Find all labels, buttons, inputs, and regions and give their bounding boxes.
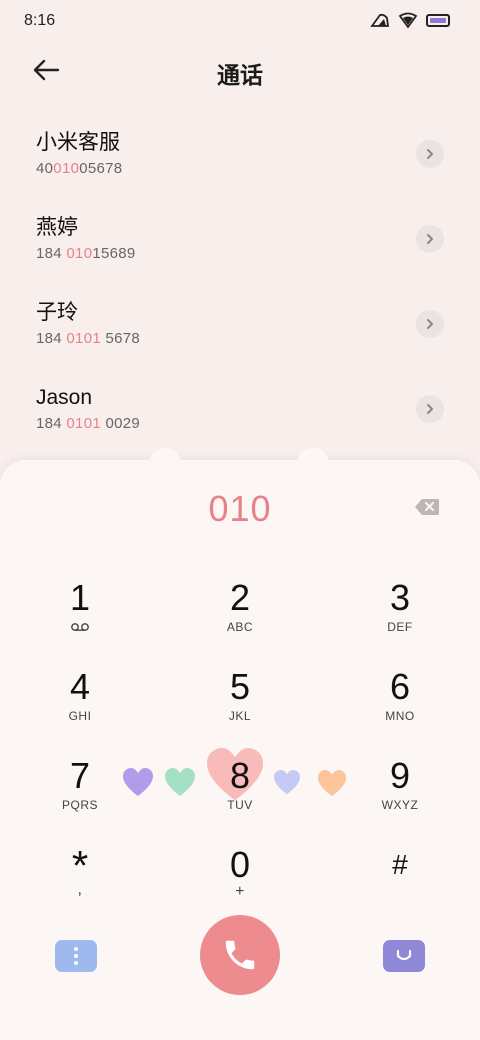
key-letters: +: [235, 883, 245, 900]
number-prefix: 184: [36, 415, 67, 432]
key-3[interactable]: 3 DEF: [350, 578, 450, 658]
key-digit: #: [392, 849, 408, 880]
key-8[interactable]: 8 TUV: [190, 756, 290, 836]
panel-ear-right: [298, 448, 328, 472]
action-bar: [0, 915, 480, 995]
status-bar: 8:16: [0, 0, 480, 40]
key-hash[interactable]: #: [350, 845, 450, 925]
dot: [74, 961, 78, 965]
list-item[interactable]: Jason 184 0101 0029: [0, 375, 480, 460]
contact-detail-button[interactable]: [416, 225, 444, 253]
contact-number: 4001005678: [36, 160, 480, 177]
number-suffix: 0029: [100, 415, 141, 432]
key-5[interactable]: 5 JKL: [190, 667, 290, 747]
number-suffix: 15689: [92, 245, 136, 262]
wifi-icon: [398, 12, 418, 28]
number-prefix: 40: [36, 160, 54, 177]
key-letters: ABC: [226, 620, 254, 634]
key-letters: TUV: [227, 798, 253, 812]
key-letters: JKL: [228, 709, 252, 723]
chevron-right-icon: [427, 404, 433, 414]
number-match: 010: [53, 160, 80, 177]
key-digit: 5: [229, 666, 251, 707]
number-prefix: 184: [36, 330, 67, 347]
key-digit: 3: [389, 577, 411, 618]
chevron-right-icon: [427, 234, 433, 244]
chevron-right-icon: [427, 319, 433, 329]
key-letters: MNO: [385, 709, 415, 723]
key-digit: 4: [69, 666, 91, 707]
keypad: 1 2 ABC 3 DEF 4 GHI 5 JKL 6 MNO 7 PQRS 8…: [0, 578, 480, 934]
keypad-row: 1 2 ABC 3 DEF: [0, 578, 480, 667]
contact-name: Jason: [36, 386, 93, 409]
orange-heart-icon: [318, 770, 346, 797]
call-button[interactable]: [200, 915, 280, 995]
page-title: 通话: [217, 62, 263, 88]
contact-detail-button[interactable]: [416, 310, 444, 338]
key-2[interactable]: 2 ABC: [190, 578, 290, 658]
keypad-row: 4 GHI 5 JKL 6 MNO: [0, 667, 480, 756]
key-letters: ,: [77, 881, 83, 898]
contact-number: 184 0101 5678: [36, 330, 480, 347]
signal-icon: [370, 13, 390, 27]
contact-list: 小米客服 4001005678 燕婷 184 01015689 子玲 184 0…: [0, 120, 480, 460]
key-digit: 9: [389, 755, 411, 796]
list-item[interactable]: 子玲 184 0101 5678: [0, 290, 480, 375]
key-7[interactable]: 7 PQRS: [30, 756, 130, 836]
key-digit: 6: [389, 666, 411, 707]
key-star[interactable]: * ,: [30, 845, 130, 925]
key-digit: 7: [69, 755, 91, 796]
keypad-row: 7 PQRS 8 TUV 9 WXYZ: [0, 748, 480, 845]
voicemail-icon: [71, 623, 89, 631]
number-suffix: 5678: [100, 330, 141, 347]
key-digit: 8: [229, 755, 251, 796]
header: 通话: [0, 48, 480, 92]
contact-name: 燕婷: [36, 216, 78, 239]
key-4[interactable]: 4 GHI: [30, 667, 130, 747]
contact-number: 184 0101 0029: [36, 415, 480, 432]
list-item[interactable]: 小米客服 4001005678: [0, 120, 480, 205]
key-9[interactable]: 9 WXYZ: [350, 756, 450, 836]
key-1[interactable]: 1: [30, 578, 130, 658]
dot: [74, 954, 78, 958]
dialed-number: 010: [208, 488, 272, 529]
contact-number: 184 01015689: [36, 245, 480, 262]
number-match: 0101: [66, 415, 101, 432]
number-prefix: 184: [36, 245, 67, 262]
number-match: 010: [66, 245, 93, 262]
backspace-icon[interactable]: [414, 498, 440, 516]
key-letters: PQRS: [61, 798, 98, 812]
face-button[interactable]: [383, 940, 425, 972]
key-0[interactable]: 0 +: [190, 845, 290, 925]
key-letters: WXYZ: [381, 798, 419, 812]
contact-detail-button[interactable]: [416, 395, 444, 423]
more-menu-button[interactable]: [55, 940, 97, 972]
number-match: 0101: [66, 330, 101, 347]
contact-detail-button[interactable]: [416, 140, 444, 168]
battery-icon: [426, 13, 450, 27]
key-digit: 2: [229, 577, 251, 618]
panel-ear-left: [150, 448, 180, 472]
dot: [74, 947, 78, 951]
key-6[interactable]: 6 MNO: [350, 667, 450, 747]
status-icons: [370, 12, 450, 28]
status-time: 8:16: [24, 12, 56, 29]
list-item[interactable]: 燕婷 184 01015689: [0, 205, 480, 290]
chevron-right-icon: [427, 149, 433, 159]
key-digit: 1: [69, 577, 91, 618]
contact-name: 小米客服: [36, 131, 120, 154]
contact-name: 子玲: [36, 301, 78, 324]
key-letters: GHI: [68, 709, 92, 723]
key-letters: DEF: [387, 620, 413, 634]
smile-face-icon: [396, 949, 412, 961]
phone-icon: [225, 940, 255, 970]
key-digit: 0: [229, 844, 251, 885]
number-suffix: 05678: [79, 160, 123, 177]
